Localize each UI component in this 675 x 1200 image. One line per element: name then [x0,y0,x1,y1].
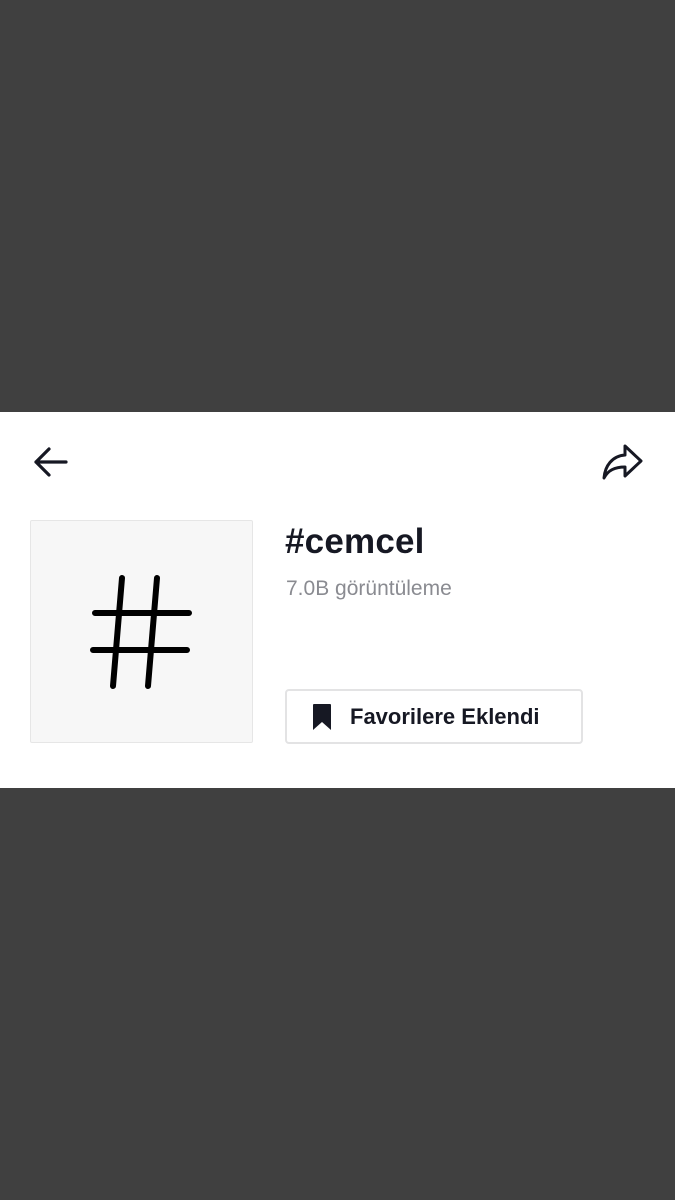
favorite-button-label: Favorilere Eklendi [350,703,540,729]
hashtag-thumbnail [30,520,253,743]
bookmark-icon [311,703,333,731]
hashtag-title: #cemcel [285,522,425,561]
screen: #cemcel 7.0B görüntüleme Favorilere Ekle… [0,0,675,1200]
share-button[interactable] [598,438,646,486]
hashtag-icon [89,574,192,689]
back-button[interactable] [28,440,72,484]
favorite-button[interactable]: Favorilere Eklendi [285,689,583,744]
view-count: 7.0B görüntüleme [286,577,452,600]
hashtag-header-panel: #cemcel 7.0B görüntüleme Favorilere Ekle… [0,412,675,788]
arrow-left-icon [34,447,68,477]
share-arrow-icon [602,444,643,480]
